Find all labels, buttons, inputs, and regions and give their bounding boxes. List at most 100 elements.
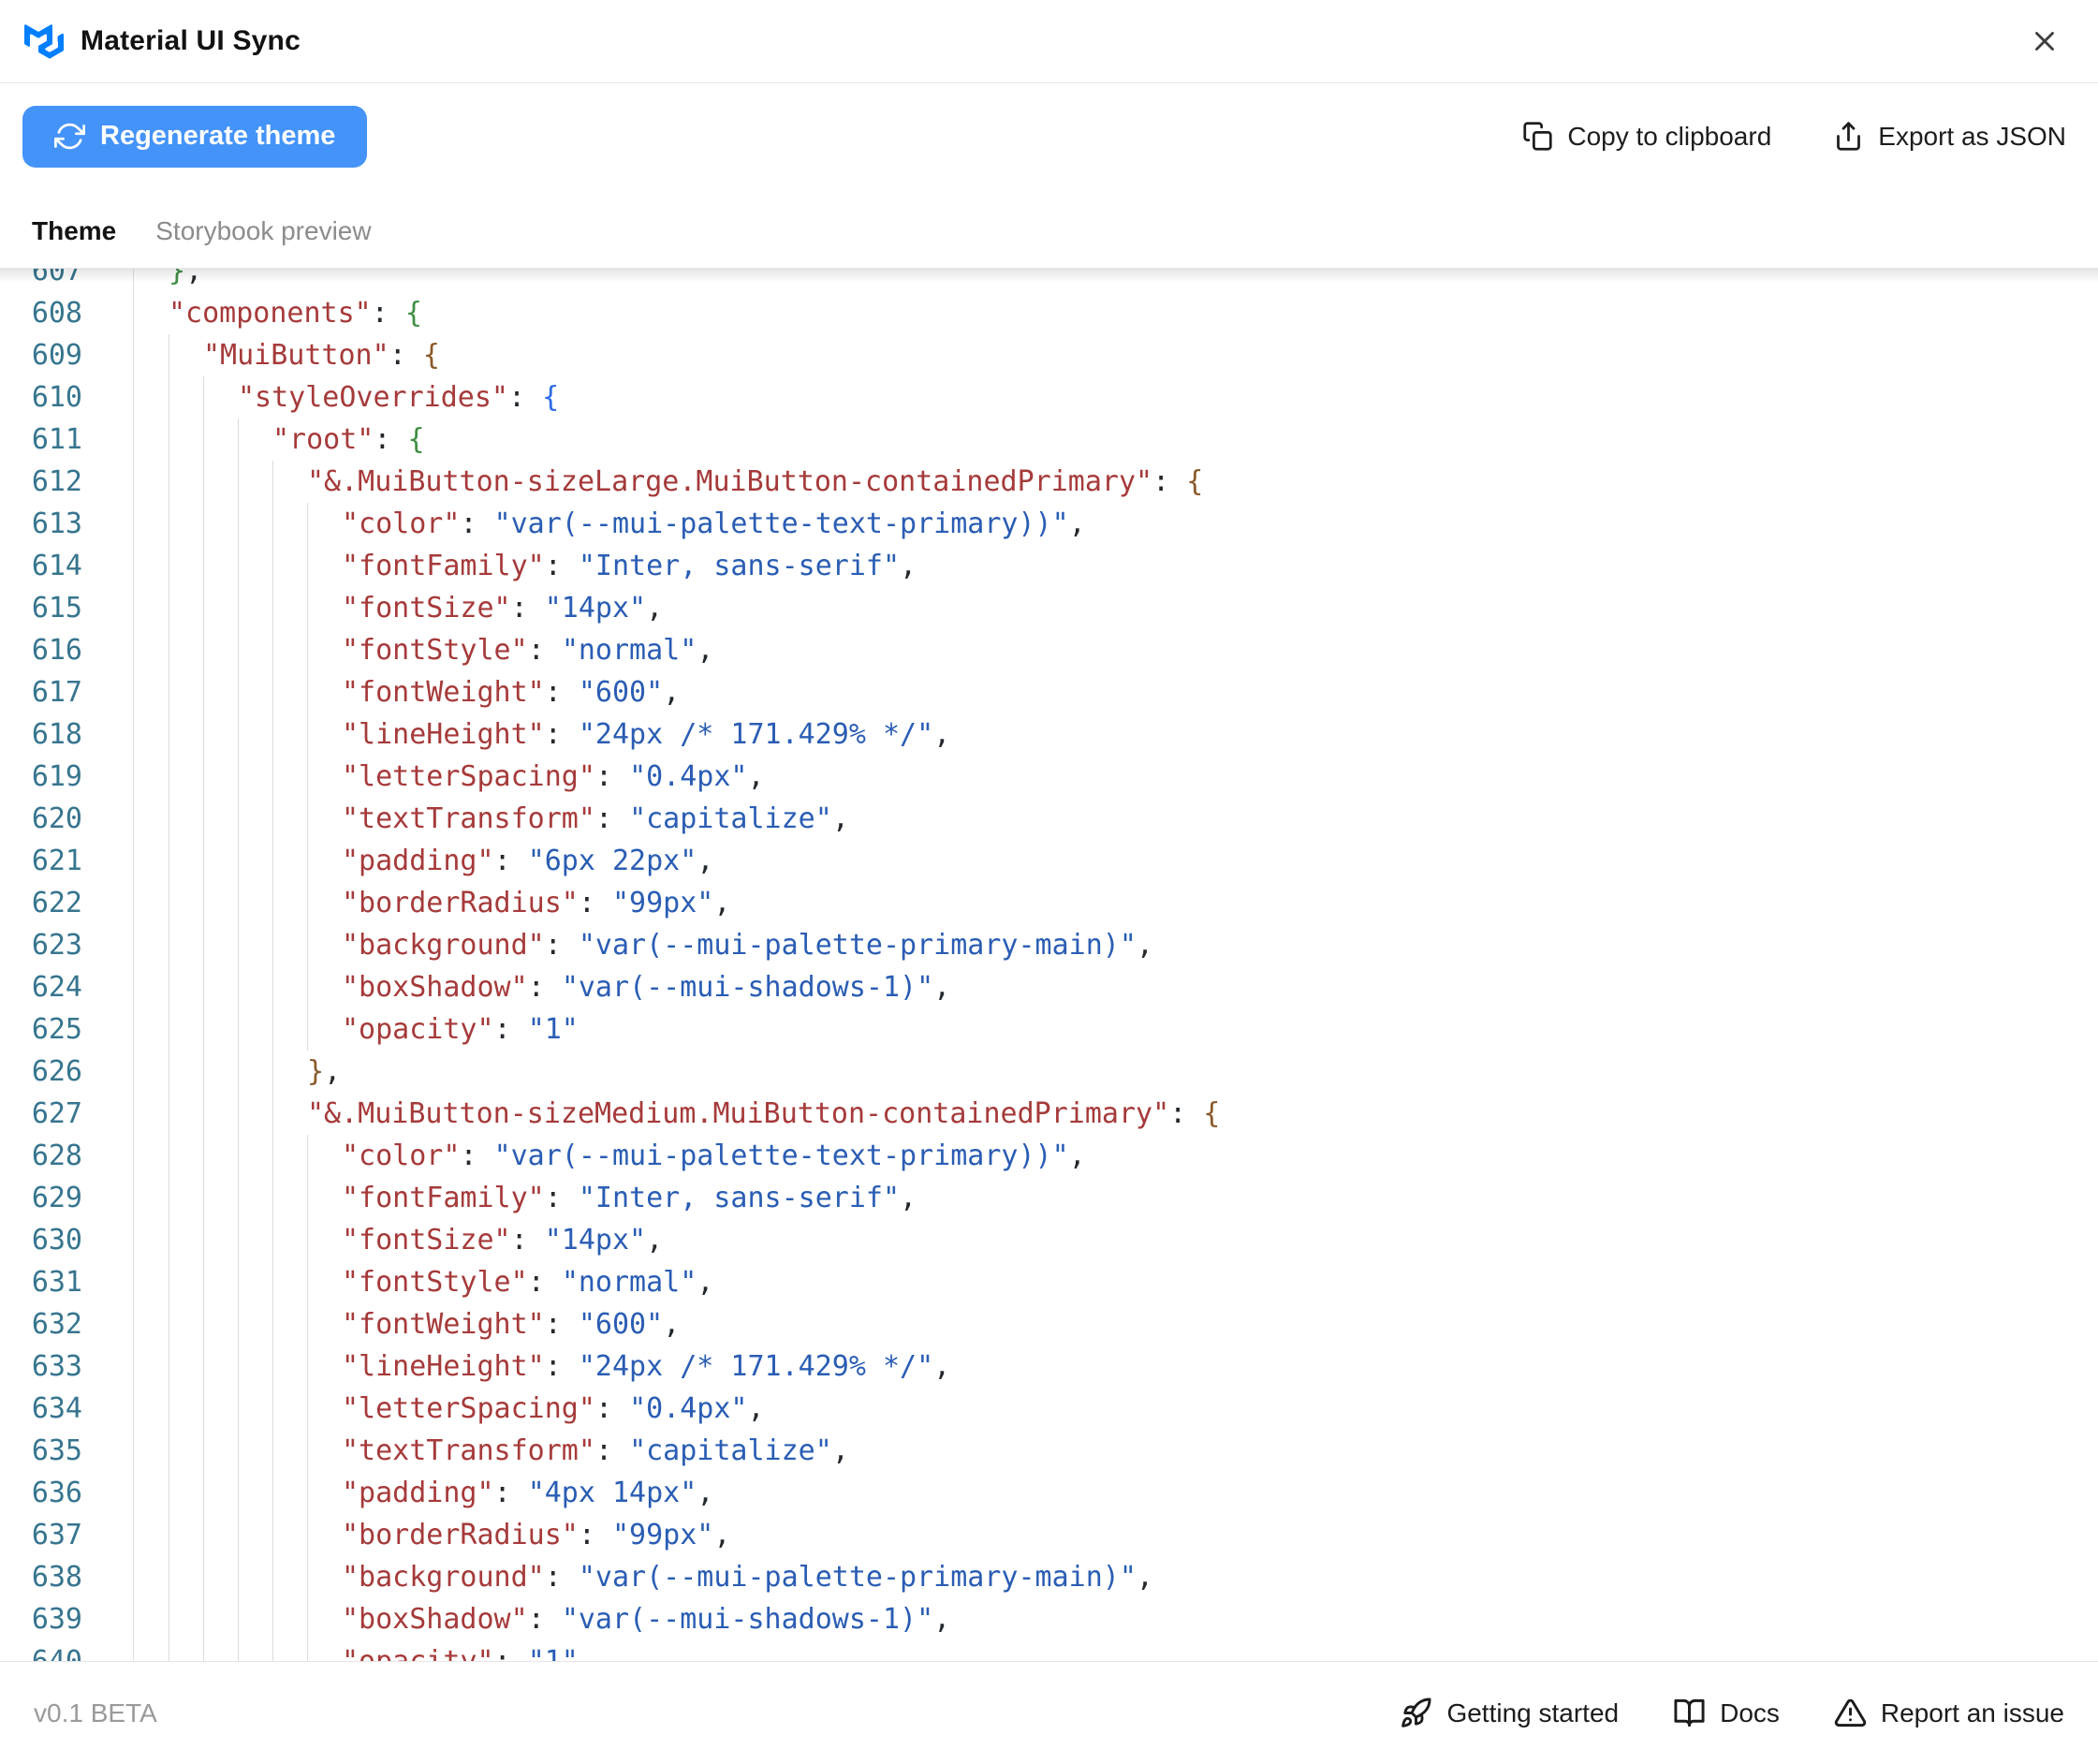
indent-guide	[307, 503, 342, 545]
code-text: "&.MuiButton-sizeLarge.MuiButton-contain…	[307, 465, 1204, 498]
indent-guide	[272, 671, 307, 713]
indent-guide	[238, 419, 272, 461]
line-number: 612	[0, 461, 134, 503]
indent-guide	[238, 1051, 272, 1093]
indent-guide	[169, 1219, 203, 1261]
indent-guide	[238, 1472, 272, 1514]
indent-guide	[307, 798, 342, 840]
code-text: "boxShadow": "var(--mui-shadows-1)",	[342, 1603, 951, 1636]
indent-guide	[307, 1345, 342, 1388]
indent-guide	[307, 1556, 342, 1598]
code-text: "borderRadius": "99px",	[342, 887, 731, 919]
indent-guide	[169, 587, 203, 629]
material-ui-sync-plugin: Material UI Sync Regenerate theme Copy t…	[0, 0, 2098, 1764]
indent-guide	[169, 671, 203, 713]
code-text: "textTransform": "capitalize",	[342, 802, 849, 835]
code-line: 610 "styleOverrides": {	[0, 376, 2098, 419]
indent-guide	[203, 545, 238, 587]
indent-guide	[272, 629, 307, 671]
copy-icon	[1523, 122, 1552, 151]
indent-guide	[238, 1261, 272, 1303]
book-icon	[1674, 1698, 1705, 1727]
indent-guide	[203, 1093, 238, 1135]
indent-guide	[272, 1556, 307, 1598]
indent-guide	[272, 1388, 307, 1430]
line-number: 622	[0, 882, 134, 924]
code-text: },	[307, 1055, 342, 1088]
indent-guide	[203, 419, 238, 461]
line-number: 614	[0, 545, 134, 587]
tab-bar: Theme Storybook preview	[0, 189, 2098, 269]
code-line: 637 "borderRadius": "99px",	[0, 1514, 2098, 1556]
indent-guide	[238, 1345, 272, 1388]
code-line: 611 "root": {	[0, 419, 2098, 461]
indent-guide	[169, 1303, 203, 1345]
code-text: "fontFamily": "Inter, sans-serif",	[342, 550, 917, 582]
indent-guide	[272, 1472, 307, 1514]
indent-guide	[203, 882, 238, 924]
code-text: "opacity": "1"	[342, 1640, 579, 1661]
line-number: 628	[0, 1135, 134, 1177]
indent-guide	[203, 1303, 238, 1345]
export-as-json-button[interactable]: Export as JSON	[1833, 121, 2066, 152]
line-number: 608	[0, 292, 134, 334]
code-text: "fontSize": "14px",	[342, 1224, 664, 1257]
indent-guide	[169, 1640, 203, 1661]
indent-guide	[169, 1177, 203, 1219]
code-text: "padding": "6px 22px",	[342, 845, 714, 877]
tab-storybook-preview[interactable]: Storybook preview	[155, 216, 371, 246]
line-number: 617	[0, 671, 134, 713]
indent-guide	[169, 1051, 203, 1093]
indent-guide	[272, 1177, 307, 1219]
close-button[interactable]	[2023, 20, 2066, 63]
indent-guide	[307, 629, 342, 671]
indent-guide	[272, 840, 307, 882]
code-text: "root": {	[272, 423, 425, 456]
indent-guide	[272, 1261, 307, 1303]
indent-guide	[272, 461, 307, 503]
line-number: 629	[0, 1177, 134, 1219]
line-number: 613	[0, 503, 134, 545]
indent-guide	[238, 1640, 272, 1661]
indent-guide	[169, 1514, 203, 1556]
indent-guide	[307, 1640, 342, 1661]
indent-guide	[238, 1093, 272, 1135]
code-line: 612 "&.MuiButton-sizeLarge.MuiButton-cont…	[0, 461, 2098, 503]
line-number: 618	[0, 713, 134, 756]
indent-guide	[307, 713, 342, 756]
indent-guide	[238, 503, 272, 545]
theme-code-editor[interactable]: 607}, 608 "components": {609 "MuiButton": {…	[0, 269, 2098, 1661]
indent-guide	[272, 1051, 307, 1093]
line-number: 633	[0, 1345, 134, 1388]
code-line: 634 "letterSpacing": "0.4px",	[0, 1388, 2098, 1430]
indent-guide	[238, 966, 272, 1008]
tab-theme[interactable]: Theme	[32, 216, 116, 246]
indent-guide	[203, 1177, 238, 1219]
indent-guide	[203, 1472, 238, 1514]
code-line: 613 "color": "var(--mui-palette-text-prim…	[0, 503, 2098, 545]
indent-guide	[238, 587, 272, 629]
indent-guide	[203, 1430, 238, 1472]
indent-guide	[238, 713, 272, 756]
indent-guide	[203, 503, 238, 545]
indent-guide	[203, 629, 238, 671]
getting-started-link[interactable]: Getting started	[1400, 1697, 1619, 1729]
code-text: "MuiButton": {	[203, 339, 440, 372]
indent-guide	[169, 1388, 203, 1430]
report-an-issue-link[interactable]: Report an issue	[1834, 1697, 2064, 1729]
copy-to-clipboard-button[interactable]: Copy to clipboard	[1522, 121, 1771, 152]
code-line: 628 "color": "var(--mui-palette-text-prim…	[0, 1135, 2098, 1177]
docs-link[interactable]: Docs	[1673, 1697, 1780, 1729]
indent-guide	[238, 1008, 272, 1051]
line-number: 631	[0, 1261, 134, 1303]
indent-guide	[169, 1093, 203, 1135]
regenerate-theme-button[interactable]: Regenerate theme	[22, 105, 368, 168]
code-text: "color": "var(--mui-palette-text-primary…	[342, 1139, 1086, 1172]
code-text: "fontSize": "14px",	[342, 592, 664, 625]
indent-guide	[169, 334, 203, 376]
indent-guide	[307, 1430, 342, 1472]
toolbar: Regenerate theme Copy to clipboard Expor…	[0, 83, 2098, 189]
indent-guide	[307, 1008, 342, 1051]
line-number: 623	[0, 924, 134, 966]
indent-guide	[307, 1514, 342, 1556]
